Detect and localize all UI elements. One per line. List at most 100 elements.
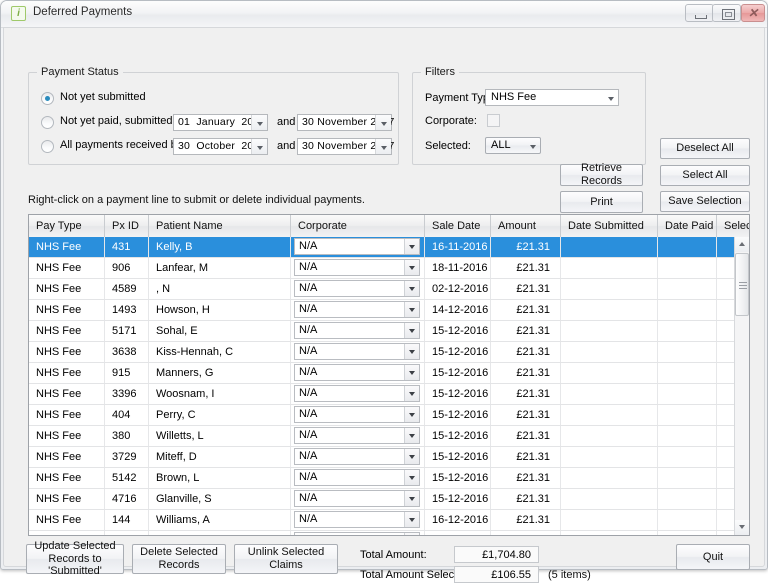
cell-amount: £21.31 — [491, 237, 561, 257]
corporate-cell-dropdown-button[interactable] — [404, 407, 419, 422]
selected-filter-dropdown-button[interactable] — [525, 138, 540, 153]
print-button[interactable]: Print — [560, 191, 643, 213]
table-row[interactable]: NHS Fee 380 Willetts, L N/A 15-12-2016 £21.31 — [29, 426, 734, 447]
update-selected-button[interactable]: Update Selected Records to 'Submitted' — [26, 540, 124, 577]
corporate-cell-select[interactable]: N/A — [294, 511, 420, 528]
grid-body[interactable]: NHS Fee 431 Kelly, B N/A 16-11-2016 £21.31 NHS… — [29, 237, 734, 535]
table-row[interactable]: NHS Fee2827Abraham, P N/A 16-12-2016£21.31 — [29, 531, 734, 535]
corporate-cell-dropdown-button[interactable] — [404, 533, 419, 535]
scroll-down-button[interactable] — [735, 520, 749, 535]
date-from-submitted[interactable]: 01 January 2000 — [173, 114, 268, 131]
table-row[interactable]: NHS Fee 4716 Glanville, S N/A 15-12-2016 £21.… — [29, 489, 734, 510]
selected-filter-select[interactable]: ALL — [485, 137, 541, 154]
cell-selected — [717, 363, 734, 383]
close-button[interactable]: ✕ — [741, 4, 765, 22]
grid-header-px-id[interactable]: Px ID — [105, 215, 149, 237]
scrollbar-thumb[interactable] — [735, 253, 749, 316]
cell-sale-date: 15-12-2016 — [425, 405, 491, 425]
scroll-up-button[interactable] — [735, 237, 749, 252]
corporate-cell-value: N/A — [299, 324, 318, 336]
corporate-cell-value: N/A — [299, 387, 318, 399]
corporate-cell-select[interactable]: N/A — [294, 385, 420, 402]
maximize-button[interactable] — [712, 4, 741, 22]
cell-date-submitted — [561, 426, 658, 446]
table-row[interactable]: NHS Fee 5171 Sohal, E N/A 15-12-2016 £21.31 — [29, 321, 734, 342]
corporate-cell-dropdown-button[interactable] — [404, 428, 419, 443]
retrieve-records-button[interactable]: Retrieve Records — [560, 162, 643, 187]
corporate-cell-dropdown-button[interactable] — [404, 386, 419, 401]
corporate-cell-dropdown-button[interactable] — [404, 470, 419, 485]
corporate-cell-select[interactable]: N/A — [294, 301, 420, 318]
chevron-down-icon — [409, 391, 415, 396]
date-to-submitted[interactable]: 30 November 2017 — [297, 114, 394, 131]
table-row[interactable]: NHS Fee 3729 Miteff, D N/A 15-12-2016 £21.31 — [29, 447, 734, 468]
cell-sale-date: 16-12-2016 — [425, 510, 491, 530]
minimize-button[interactable] — [685, 4, 714, 22]
table-row[interactable]: NHS Fee 404 Perry, C N/A 15-12-2016 £21.31 — [29, 405, 734, 426]
date-dropdown-button[interactable] — [375, 139, 391, 154]
grid-vertical-scrollbar[interactable] — [734, 237, 749, 535]
table-row[interactable]: NHS Fee 3638 Kiss-Hennah, C N/A 15-12-2016 £2… — [29, 342, 734, 363]
grid-header-date-submitted[interactable]: Date Submitted — [561, 215, 658, 237]
cell-sale-date: 15-12-2016 — [425, 426, 491, 446]
date-to-received[interactable]: 30 November 2017 — [297, 138, 394, 155]
grid-header-date-paid[interactable]: Date Paid — [658, 215, 717, 237]
table-row[interactable]: NHS Fee 5142 Brown, L N/A 15-12-2016 £21.31 — [29, 468, 734, 489]
grid-header-pay-type[interactable]: Pay Type — [29, 215, 105, 237]
corporate-cell-dropdown-button[interactable] — [404, 512, 419, 527]
table-row[interactable]: NHS Fee 144 Williams, A N/A 16-12-2016 £21.31 — [29, 510, 734, 531]
grid-header-sale-date[interactable]: Sale Date — [425, 215, 491, 237]
date-dropdown-button[interactable] — [251, 139, 267, 154]
corporate-cell-select[interactable]: N/A — [294, 364, 420, 381]
corporate-cell-dropdown-button[interactable] — [404, 302, 419, 317]
date-dropdown-button[interactable] — [375, 115, 391, 130]
corporate-cell-select[interactable]: N/A — [294, 406, 420, 423]
corporate-cell-dropdown-button[interactable] — [404, 239, 419, 254]
corporate-cell-dropdown-button[interactable] — [404, 449, 419, 464]
radio-indicator — [41, 116, 54, 129]
payments-grid[interactable]: Pay Type Px ID Patient Name Corporate Sale D… — [28, 214, 750, 536]
corporate-cell-select[interactable]: N/A — [294, 490, 420, 507]
corporate-cell-select[interactable]: N/A — [294, 343, 420, 360]
corporate-checkbox[interactable] — [487, 114, 500, 127]
table-row[interactable]: NHS Fee 4589, N N/A 02-12-2016 £21.31 — [29, 279, 734, 300]
chevron-down-icon — [409, 328, 415, 333]
window-title: Deferred Payments — [33, 6, 133, 18]
corporate-cell-select[interactable]: N/A — [294, 259, 420, 276]
quit-button[interactable]: Quit — [676, 544, 750, 570]
table-row[interactable]: NHS Fee 1493 Howson, H N/A 14-12-2016 £21.31 — [29, 300, 734, 321]
corporate-cell-select[interactable]: N/A — [294, 322, 420, 339]
grid-header-corporate[interactable]: Corporate — [291, 215, 425, 237]
select-all-button[interactable]: Select All — [660, 165, 750, 186]
table-row[interactable]: NHS Fee 915 Manners, G N/A 15-12-2016 £21.31 — [29, 363, 734, 384]
grid-header-patient-name[interactable]: Patient Name — [149, 215, 291, 237]
corporate-cell-select[interactable]: N/A — [294, 469, 420, 486]
corporate-cell-dropdown-button[interactable] — [404, 281, 419, 296]
table-row[interactable]: NHS Fee 431 Kelly, B N/A 16-11-2016 £21.31 — [29, 237, 734, 258]
payment-type-dropdown-button[interactable] — [603, 90, 618, 105]
table-row[interactable]: NHS Fee 906 Lanfear, M N/A 18-11-2016 £21.31 — [29, 258, 734, 279]
table-row[interactable]: NHS Fee 3396 Woosnam, I N/A 15-12-2016 £21.31 — [29, 384, 734, 405]
delete-selected-button[interactable]: Delete Selected Records — [132, 544, 226, 574]
save-selection-button[interactable]: Save Selection — [660, 191, 750, 212]
payment-type-select[interactable]: NHS Fee — [485, 89, 619, 106]
unlink-selected-claims-button[interactable]: Unlink Selected Claims — [234, 544, 338, 574]
corporate-cell-select[interactable]: N/A — [294, 280, 420, 297]
date-dropdown-button[interactable] — [251, 115, 267, 130]
corporate-cell-select[interactable]: N/A — [294, 448, 420, 465]
grid-header-amount[interactable]: Amount — [491, 215, 561, 237]
corporate-cell-dropdown-button[interactable] — [404, 344, 419, 359]
corporate-cell-select[interactable]: N/A — [294, 238, 420, 255]
cell-px-id: 5142 — [105, 468, 149, 488]
corporate-cell-dropdown-button[interactable] — [404, 260, 419, 275]
corporate-cell-select[interactable]: N/A — [294, 427, 420, 444]
corporate-cell-select[interactable]: N/A — [294, 532, 420, 535]
cell-selected — [717, 468, 734, 488]
deselect-all-button[interactable]: Deselect All — [660, 138, 750, 159]
chevron-down-icon — [739, 525, 745, 529]
corporate-cell-dropdown-button[interactable] — [404, 323, 419, 338]
grid-header-selected[interactable]: Selected — [717, 215, 749, 237]
date-from-received[interactable]: 30 October 2017 — [173, 138, 268, 155]
corporate-cell-dropdown-button[interactable] — [404, 365, 419, 380]
corporate-cell-dropdown-button[interactable] — [404, 491, 419, 506]
